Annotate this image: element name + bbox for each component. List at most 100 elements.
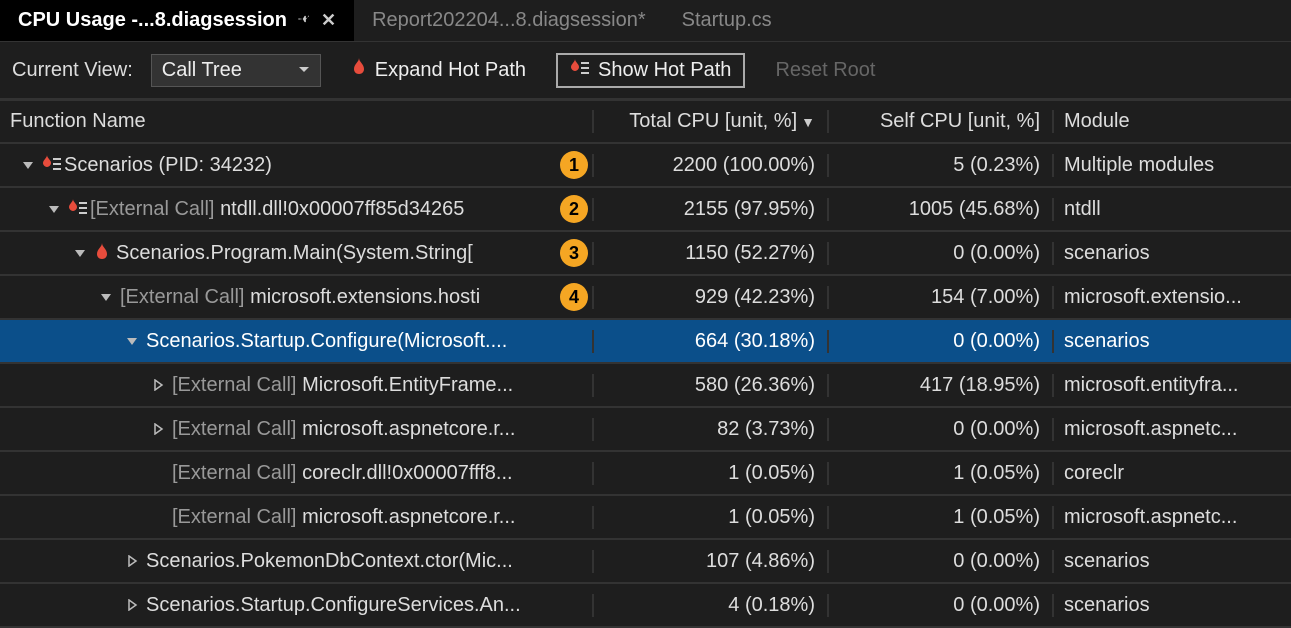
show-hot-path-button[interactable]: Show Hot Path [556, 53, 745, 88]
module-cell: Multiple modules [1054, 154, 1291, 177]
button-label: Reset Root [775, 59, 875, 82]
function-name: Scenarios.Startup.Configure(Microsoft...… [146, 330, 507, 353]
external-call-prefix: [External Call] [172, 462, 302, 484]
tab-label: Startup.cs [682, 9, 772, 32]
self-cpu-cell: 1 (0.05%) [829, 506, 1054, 529]
self-cpu-cell: 0 (0.00%) [829, 418, 1054, 441]
table-row[interactable]: [External Call] microsoft.extensions.hos… [0, 276, 1291, 320]
tab-label: Report202204...8.diagsession* [372, 9, 646, 32]
chevron-down-icon [298, 59, 310, 82]
table-row[interactable]: [External Call] microsoft.aspnetcore.r..… [0, 496, 1291, 540]
close-icon[interactable]: ✕ [321, 10, 336, 31]
total-cpu-cell: 1 (0.05%) [594, 506, 829, 529]
table-row[interactable]: Scenarios.Program.Main(System.String[ 3 11… [0, 232, 1291, 276]
tab-report[interactable]: Report202204...8.diagsession* [354, 0, 664, 41]
callout-badge: 4 [560, 283, 588, 311]
expander-icon[interactable] [20, 159, 36, 171]
pin-icon[interactable] [297, 10, 311, 31]
self-cpu-cell: 0 (0.00%) [829, 594, 1054, 617]
flame-line-icon [68, 199, 84, 219]
self-cpu-cell: 417 (18.95%) [829, 374, 1054, 397]
self-cpu-cell: 154 (7.00%) [829, 286, 1054, 309]
function-cell: [External Call] coreclr.dll!0x00007fff8.… [0, 462, 594, 485]
function-name: [External Call] Microsoft.EntityFrame... [172, 374, 513, 397]
function-cell: [External Call] microsoft.extensions.hos… [0, 286, 594, 309]
view-label: Current View: [12, 59, 133, 82]
module-cell: coreclr [1054, 462, 1291, 485]
total-cpu-cell: 2200 (100.00%) [594, 154, 829, 177]
module-cell: microsoft.aspnetc... [1054, 506, 1291, 529]
flame-line-icon [42, 155, 58, 175]
module-cell: scenarios [1054, 330, 1291, 353]
expander-icon[interactable] [150, 423, 166, 435]
self-cpu-cell: 0 (0.00%) [829, 550, 1054, 573]
function-cell: [External Call] ntdll.dll!0x00007ff85d34… [0, 198, 594, 221]
header-function[interactable]: Function Name [0, 110, 594, 133]
external-call-prefix: [External Call] [120, 286, 250, 308]
sort-desc-icon: ▼ [801, 114, 815, 130]
self-cpu-cell: 0 (0.00%) [829, 330, 1054, 353]
tab-cpu-usage[interactable]: CPU Usage -...8.diagsession ✕ [0, 0, 354, 41]
view-dropdown[interactable]: Call Tree [151, 54, 321, 87]
column-headers: Function Name Total CPU [unit, %] ▼ Self… [0, 100, 1291, 144]
total-cpu-cell: 107 (4.86%) [594, 550, 829, 573]
function-name: Scenarios.Startup.ConfigureServices.An..… [146, 594, 521, 617]
flame-icon [94, 243, 110, 263]
module-cell: ntdll [1054, 198, 1291, 221]
function-name: [External Call] ntdll.dll!0x00007ff85d34… [90, 198, 464, 221]
function-name: [External Call] microsoft.extensions.hos… [120, 286, 480, 309]
self-cpu-cell: 0 (0.00%) [829, 242, 1054, 265]
total-cpu-cell: 2155 (97.95%) [594, 198, 829, 221]
total-cpu-cell: 664 (30.18%) [594, 330, 829, 353]
table-row[interactable]: [External Call] coreclr.dll!0x00007fff8.… [0, 452, 1291, 496]
header-module[interactable]: Module [1054, 110, 1291, 133]
self-cpu-cell: 5 (0.23%) [829, 154, 1054, 177]
table-row[interactable]: [External Call] ntdll.dll!0x00007ff85d34… [0, 188, 1291, 232]
expander-icon[interactable] [72, 247, 88, 259]
module-cell: scenarios [1054, 242, 1291, 265]
expander-icon[interactable] [124, 555, 140, 567]
expander-icon[interactable] [98, 291, 114, 303]
function-cell: Scenarios.Startup.Configure(Microsoft...… [0, 330, 594, 353]
expander-icon[interactable] [150, 379, 166, 391]
table-row[interactable]: Scenarios.Startup.Configure(Microsoft...… [0, 320, 1291, 364]
module-cell: microsoft.entityfra... [1054, 374, 1291, 397]
header-total-cpu[interactable]: Total CPU [unit, %] ▼ [594, 110, 829, 133]
callout-badge: 1 [560, 151, 588, 179]
module-cell: scenarios [1054, 550, 1291, 573]
callout-badge: 2 [560, 195, 588, 223]
dropdown-value: Call Tree [162, 59, 242, 82]
flame-line-icon [570, 59, 590, 82]
table-row[interactable]: [External Call] microsoft.aspnetcore.r..… [0, 408, 1291, 452]
expander-icon[interactable] [124, 335, 140, 347]
table-row[interactable]: Scenarios (PID: 34232) 1 2200 (100.00%)5 (… [0, 144, 1291, 188]
self-cpu-cell: 1 (0.05%) [829, 462, 1054, 485]
callout-badge: 3 [560, 239, 588, 267]
tab-startup[interactable]: Startup.cs [664, 0, 790, 41]
total-cpu-cell: 1 (0.05%) [594, 462, 829, 485]
expander-icon[interactable] [124, 599, 140, 611]
header-self-cpu[interactable]: Self CPU [unit, %] [829, 110, 1054, 133]
function-name: [External Call] microsoft.aspnetcore.r..… [172, 418, 515, 441]
call-tree-rows: Scenarios (PID: 34232) 1 2200 (100.00%)5 (… [0, 144, 1291, 628]
external-call-prefix: [External Call] [172, 374, 302, 396]
flame-icon [351, 58, 367, 83]
table-row[interactable]: [External Call] Microsoft.EntityFrame...… [0, 364, 1291, 408]
total-cpu-cell: 929 (42.23%) [594, 286, 829, 309]
external-call-prefix: [External Call] [172, 418, 302, 440]
function-cell: Scenarios (PID: 34232) [0, 154, 594, 177]
table-row[interactable]: Scenarios.PokemonDbContext.ctor(Mic...10… [0, 540, 1291, 584]
expand-hot-path-button[interactable]: Expand Hot Path [339, 54, 538, 87]
total-cpu-cell: 1150 (52.27%) [594, 242, 829, 265]
function-name: Scenarios.Program.Main(System.String[ [116, 242, 473, 265]
function-cell: [External Call] microsoft.aspnetcore.r..… [0, 418, 594, 441]
button-label: Expand Hot Path [375, 59, 526, 82]
expander-icon[interactable] [46, 203, 62, 215]
function-cell: Scenarios.PokemonDbContext.ctor(Mic... [0, 550, 594, 573]
table-row[interactable]: Scenarios.Startup.ConfigureServices.An..… [0, 584, 1291, 628]
function-name: Scenarios (PID: 34232) [64, 154, 272, 177]
toolbar: Current View: Call Tree Expand Hot Path … [0, 42, 1291, 100]
external-call-prefix: [External Call] [172, 506, 302, 528]
function-cell: [External Call] Microsoft.EntityFrame... [0, 374, 594, 397]
reset-root-button[interactable]: Reset Root [763, 55, 887, 86]
